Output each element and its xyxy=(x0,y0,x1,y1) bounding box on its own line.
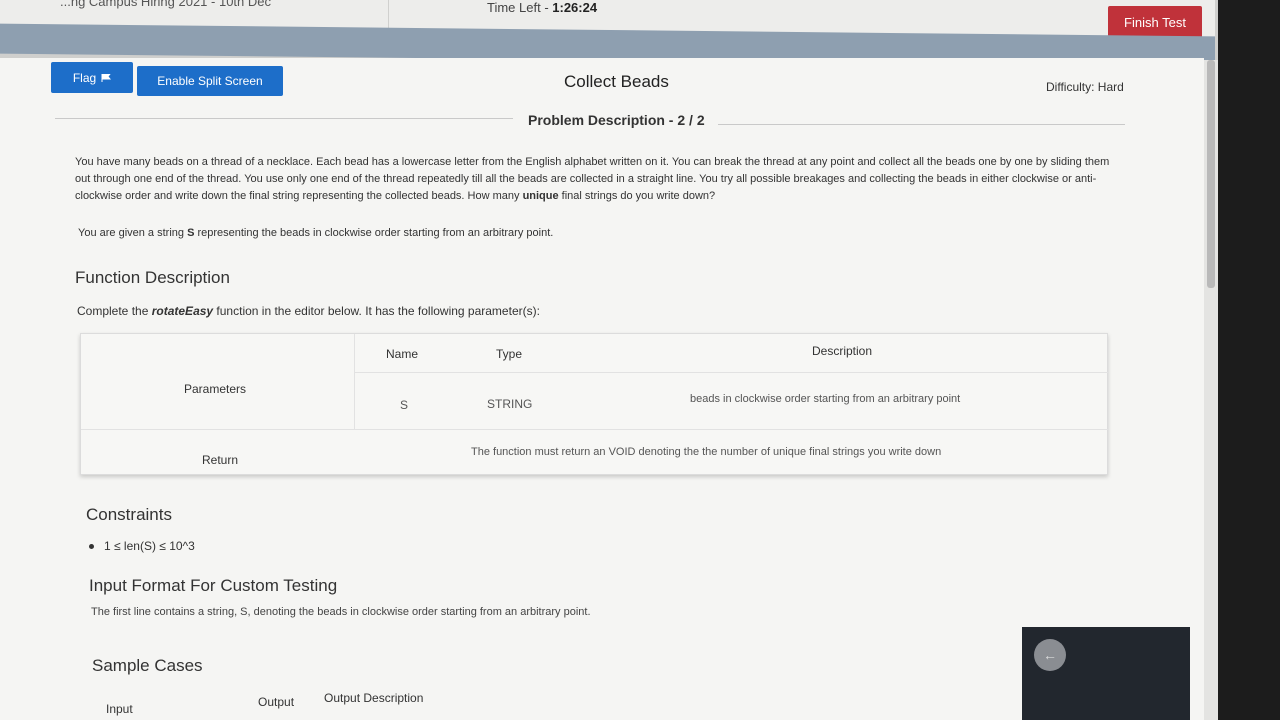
difficulty-label: Difficulty: Hard xyxy=(1046,80,1124,94)
col-name-header: Name xyxy=(386,347,419,361)
flag-icon xyxy=(101,73,112,82)
given-prefix: You are given a string xyxy=(78,227,188,239)
param-description: beads in clockwise order starting from a… xyxy=(690,393,961,405)
col-description-header: Description xyxy=(812,344,873,358)
constraint-text: 1 ≤ len(S) ≤ 10^3 xyxy=(104,539,195,553)
problem-description-heading: Problem Description - 2 / 2 xyxy=(528,112,705,128)
bullet-icon xyxy=(89,543,94,549)
table-divider-header xyxy=(354,372,1109,373)
divider-left xyxy=(55,118,513,119)
col-type-header: Type xyxy=(496,347,523,361)
param-type: STRING xyxy=(487,397,533,411)
sample-output-description-header: Output Description xyxy=(324,691,424,705)
table-divider-return xyxy=(81,429,1109,430)
flag-button[interactable]: Flag xyxy=(51,62,133,93)
function-description-sub: Complete the rotateEasy function in the … xyxy=(77,304,540,318)
enable-split-screen-button[interactable]: Enable Split Screen xyxy=(137,66,283,96)
input-format-text: The first line contains a string, S, den… xyxy=(91,606,591,618)
table-divider-vertical xyxy=(354,334,355,429)
divider-right xyxy=(718,124,1125,125)
fd-sub-prefix: Complete the xyxy=(77,304,152,318)
test-title: ...ng Campus Hiring 2021 - 10th Dec xyxy=(60,0,271,9)
screen-bezel xyxy=(1218,0,1280,720)
problem-description-text: You have many beads on a thread of a nec… xyxy=(75,154,1115,205)
flag-button-label: Flag xyxy=(72,70,97,85)
parameters-table: Name Type Description Parameters S STRIN… xyxy=(80,333,1109,475)
arrow-left-icon[interactable]: ← xyxy=(1034,639,1066,671)
constraint-item: 1 ≤ len(S) ≤ 10^3 xyxy=(89,539,195,553)
time-left-value: 1:26:24 xyxy=(552,0,598,15)
input-format-heading: Input Format For Custom Testing xyxy=(89,576,338,595)
sample-output-header: Output xyxy=(258,695,295,709)
given-suffix: representing the beads in clockwise orde… xyxy=(194,227,554,239)
row-return-label: Return xyxy=(202,453,239,467)
row-parameters-label: Parameters xyxy=(184,382,247,396)
time-left: Time Left - 1:26:24 xyxy=(487,0,597,15)
description-part-2: final strings do you write down? xyxy=(558,190,716,202)
sample-cases-heading: Sample Cases xyxy=(92,656,203,675)
fd-sub-suffix: function in the editor below. It has the… xyxy=(213,304,540,318)
finish-test-button[interactable]: Finish Test xyxy=(1108,6,1202,38)
scrollbar-thumb[interactable] xyxy=(1207,60,1215,288)
param-name: S xyxy=(400,398,409,412)
problem-title: Collect Beads xyxy=(564,72,669,91)
constraints-heading: Constraints xyxy=(86,505,172,524)
description-bold: unique xyxy=(522,190,559,202)
given-string-text: You are given a string S representing th… xyxy=(78,227,553,239)
return-description: The function must return an VOID denotin… xyxy=(471,446,942,458)
sample-input-header: Input xyxy=(106,702,133,716)
function-name: rotateEasy xyxy=(151,304,214,318)
time-left-label: Time Left - xyxy=(487,0,553,15)
function-description-heading: Function Description xyxy=(75,268,230,287)
